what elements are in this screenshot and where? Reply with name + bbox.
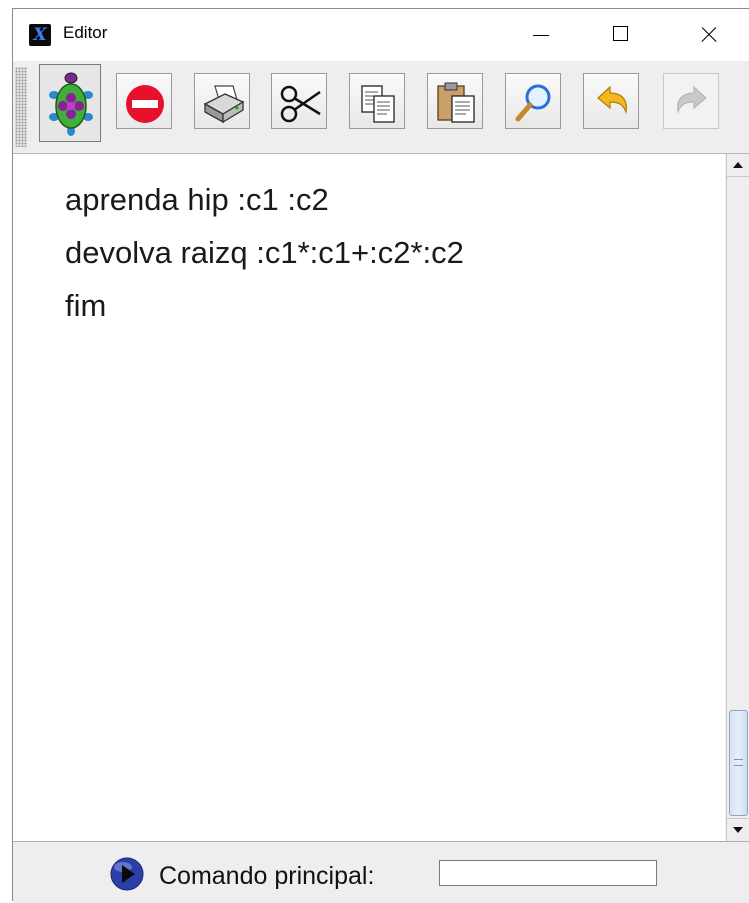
code-line[interactable]: devolva raizq :c1*:c1+:c2*:c2 (65, 235, 464, 271)
scroll-thumb[interactable] (729, 710, 748, 816)
stop-button[interactable] (116, 73, 172, 129)
code-editor[interactable]: aprenda hip :c1 :c2 devolva raizq :c1*:c… (13, 154, 725, 841)
redo-icon (677, 85, 707, 114)
window-title: Editor (63, 23, 108, 42)
redo-button[interactable] (663, 73, 719, 129)
command-input[interactable] (439, 860, 657, 886)
toolbar (13, 61, 749, 154)
editor-window: X Editor aprenda hip:c1:c2 devolva rai… (12, 8, 749, 903)
find-button[interactable] (505, 73, 561, 129)
command-bar: Comando principal: (13, 841, 749, 903)
run-arrow-icon[interactable] (109, 856, 145, 892)
copy-icon (361, 85, 395, 123)
printer-icon (203, 85, 245, 124)
title-bar[interactable]: X Editor (13, 9, 749, 61)
cut-button[interactable] (271, 73, 327, 129)
scissors-icon (280, 85, 321, 123)
vertical-scrollbar[interactable] (726, 154, 749, 841)
toolbar-grip[interactable] (15, 67, 27, 147)
paste-icon (437, 82, 475, 123)
turtle-icon (49, 72, 93, 136)
command-label: Comando principal: (159, 862, 375, 890)
copy-button[interactable] (349, 73, 405, 129)
app-logo-icon: X (29, 24, 51, 46)
close-button[interactable] (685, 9, 731, 61)
minimize-button[interactable] (518, 9, 564, 61)
magnifier-icon (515, 84, 551, 122)
app-logo-glyph: X (33, 25, 47, 45)
maximize-button[interactable] (598, 9, 644, 61)
print-button[interactable] (194, 73, 250, 129)
undo-button[interactable] (583, 73, 639, 129)
scroll-down-arrow-icon[interactable] (727, 818, 749, 841)
scroll-up-arrow-icon[interactable] (727, 154, 749, 177)
code-line[interactable]: fim (65, 288, 106, 324)
turtle-button[interactable] (39, 64, 101, 142)
code-line[interactable]: aprenda hip :c1 :c2 (65, 182, 329, 218)
paste-button[interactable] (427, 73, 483, 129)
stop-icon (126, 85, 164, 123)
undo-icon (597, 85, 627, 115)
